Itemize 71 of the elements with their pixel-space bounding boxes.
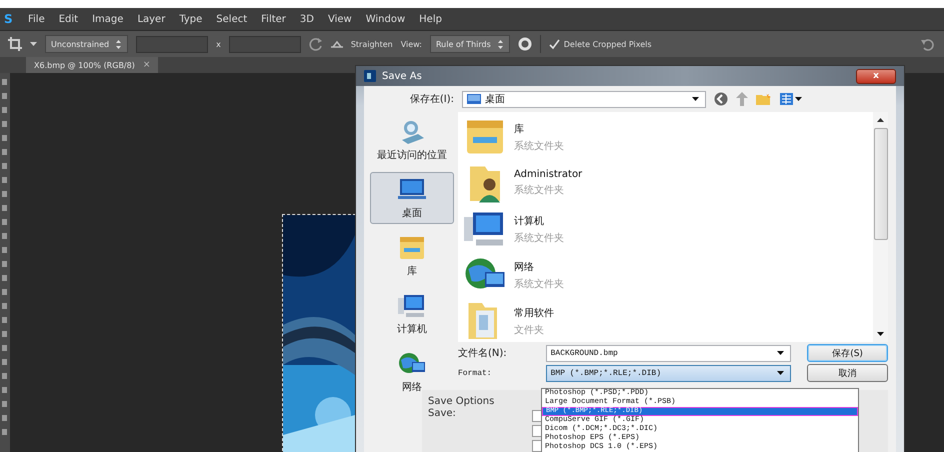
scroll-down-icon[interactable] xyxy=(877,332,884,336)
close-button[interactable]: x xyxy=(856,68,896,84)
file-name[interactable]: 常用软件 xyxy=(514,306,554,320)
monitor-icon xyxy=(467,94,481,104)
menu-item[interactable]: View xyxy=(328,14,352,24)
level-icon[interactable] xyxy=(330,40,343,48)
format-label: Format: xyxy=(458,368,493,378)
computer-icon xyxy=(398,292,426,320)
file-name[interactable]: 网络 xyxy=(514,260,564,274)
location-dropdown[interactable]: 桌面 xyxy=(462,90,706,108)
place-item[interactable]: 计算机 xyxy=(370,288,454,340)
menu-item[interactable]: Window xyxy=(366,14,406,24)
app-icon xyxy=(364,70,376,82)
crop-icon[interactable] xyxy=(8,37,22,51)
file-type: 系统文件夹 xyxy=(514,140,564,152)
place-item[interactable]: 网络 xyxy=(370,346,454,398)
menu-item[interactable]: Image xyxy=(92,14,124,24)
format-dropdown[interactable]: BMP (*.BMP;*.RLE;*.DIB) xyxy=(546,364,792,382)
filename-label: 文件名(N): xyxy=(458,346,508,360)
menu-item[interactable]: Help xyxy=(419,14,442,24)
view-dropdown[interactable]: Rule of Thirds xyxy=(430,35,510,53)
section-title: Save Options xyxy=(428,396,496,407)
updown-icon xyxy=(496,38,504,50)
cancel-button[interactable]: 取消 xyxy=(807,364,888,382)
width-field[interactable] xyxy=(136,36,208,52)
menu-item[interactable]: Edit xyxy=(58,14,78,24)
rotate-icon[interactable] xyxy=(308,37,323,51)
checkbox-label: Delete Cropped Pixels xyxy=(564,40,652,48)
menu-item[interactable]: Filter xyxy=(261,14,286,24)
place-item[interactable]: 最近访问的位置 xyxy=(370,114,454,166)
file-type: 系统文件夹 xyxy=(514,184,565,197)
save-in-label: 保存在(I): xyxy=(408,93,454,106)
file-type: 文件夹 xyxy=(514,324,545,336)
filename-field[interactable]: BACKGROUND.bmp xyxy=(546,344,792,362)
document-tab[interactable]: X6.bmp @ 100% (RGB/8) × xyxy=(26,57,158,73)
caret-icon xyxy=(777,371,784,375)
height-field[interactable] xyxy=(228,36,301,52)
close-icon[interactable]: × xyxy=(142,60,150,70)
place-item[interactable]: 库 xyxy=(370,230,454,282)
caret-icon[interactable] xyxy=(30,42,37,46)
file-name[interactable]: Administrator xyxy=(514,169,582,180)
straighten-label[interactable]: Straighten xyxy=(350,40,393,48)
folder-icon xyxy=(398,234,426,262)
file-name[interactable]: 计算机 xyxy=(514,214,564,228)
scroll-up-icon[interactable] xyxy=(877,118,884,122)
times-label: x xyxy=(216,40,221,48)
view-menu-button[interactable] xyxy=(780,93,802,105)
file-name[interactable]: 库 xyxy=(514,122,564,136)
app-logo[interactable]: S xyxy=(4,12,14,26)
file-type: 系统文件夹 xyxy=(514,278,564,290)
checkbox-icon[interactable] xyxy=(548,38,560,50)
window-title: Save As xyxy=(382,70,422,82)
menu-item[interactable]: Type xyxy=(179,14,202,24)
scrollbar[interactable] xyxy=(873,112,888,342)
back-icon[interactable] xyxy=(714,92,728,106)
file-type: 系统文件夹 xyxy=(514,232,564,244)
menu-item[interactable]: Layer xyxy=(137,14,166,24)
caret-icon xyxy=(795,97,802,101)
ratio-dropdown[interactable]: Unconstrained xyxy=(45,35,128,53)
caret-icon xyxy=(692,97,699,101)
place-item[interactable]: 桌面 xyxy=(370,172,454,224)
undo-icon[interactable] xyxy=(920,37,934,51)
updown-icon xyxy=(115,38,122,50)
menu-item[interactable]: File xyxy=(28,14,45,24)
view-grid-icon xyxy=(780,93,793,105)
menu-item[interactable]: Select xyxy=(216,14,248,24)
caret-icon xyxy=(777,351,784,355)
save-button[interactable]: 保存(S) xyxy=(807,344,888,362)
save-label: Save: xyxy=(428,408,457,419)
menu-item[interactable]: 3D xyxy=(300,14,314,24)
view-label: View: xyxy=(400,40,422,48)
